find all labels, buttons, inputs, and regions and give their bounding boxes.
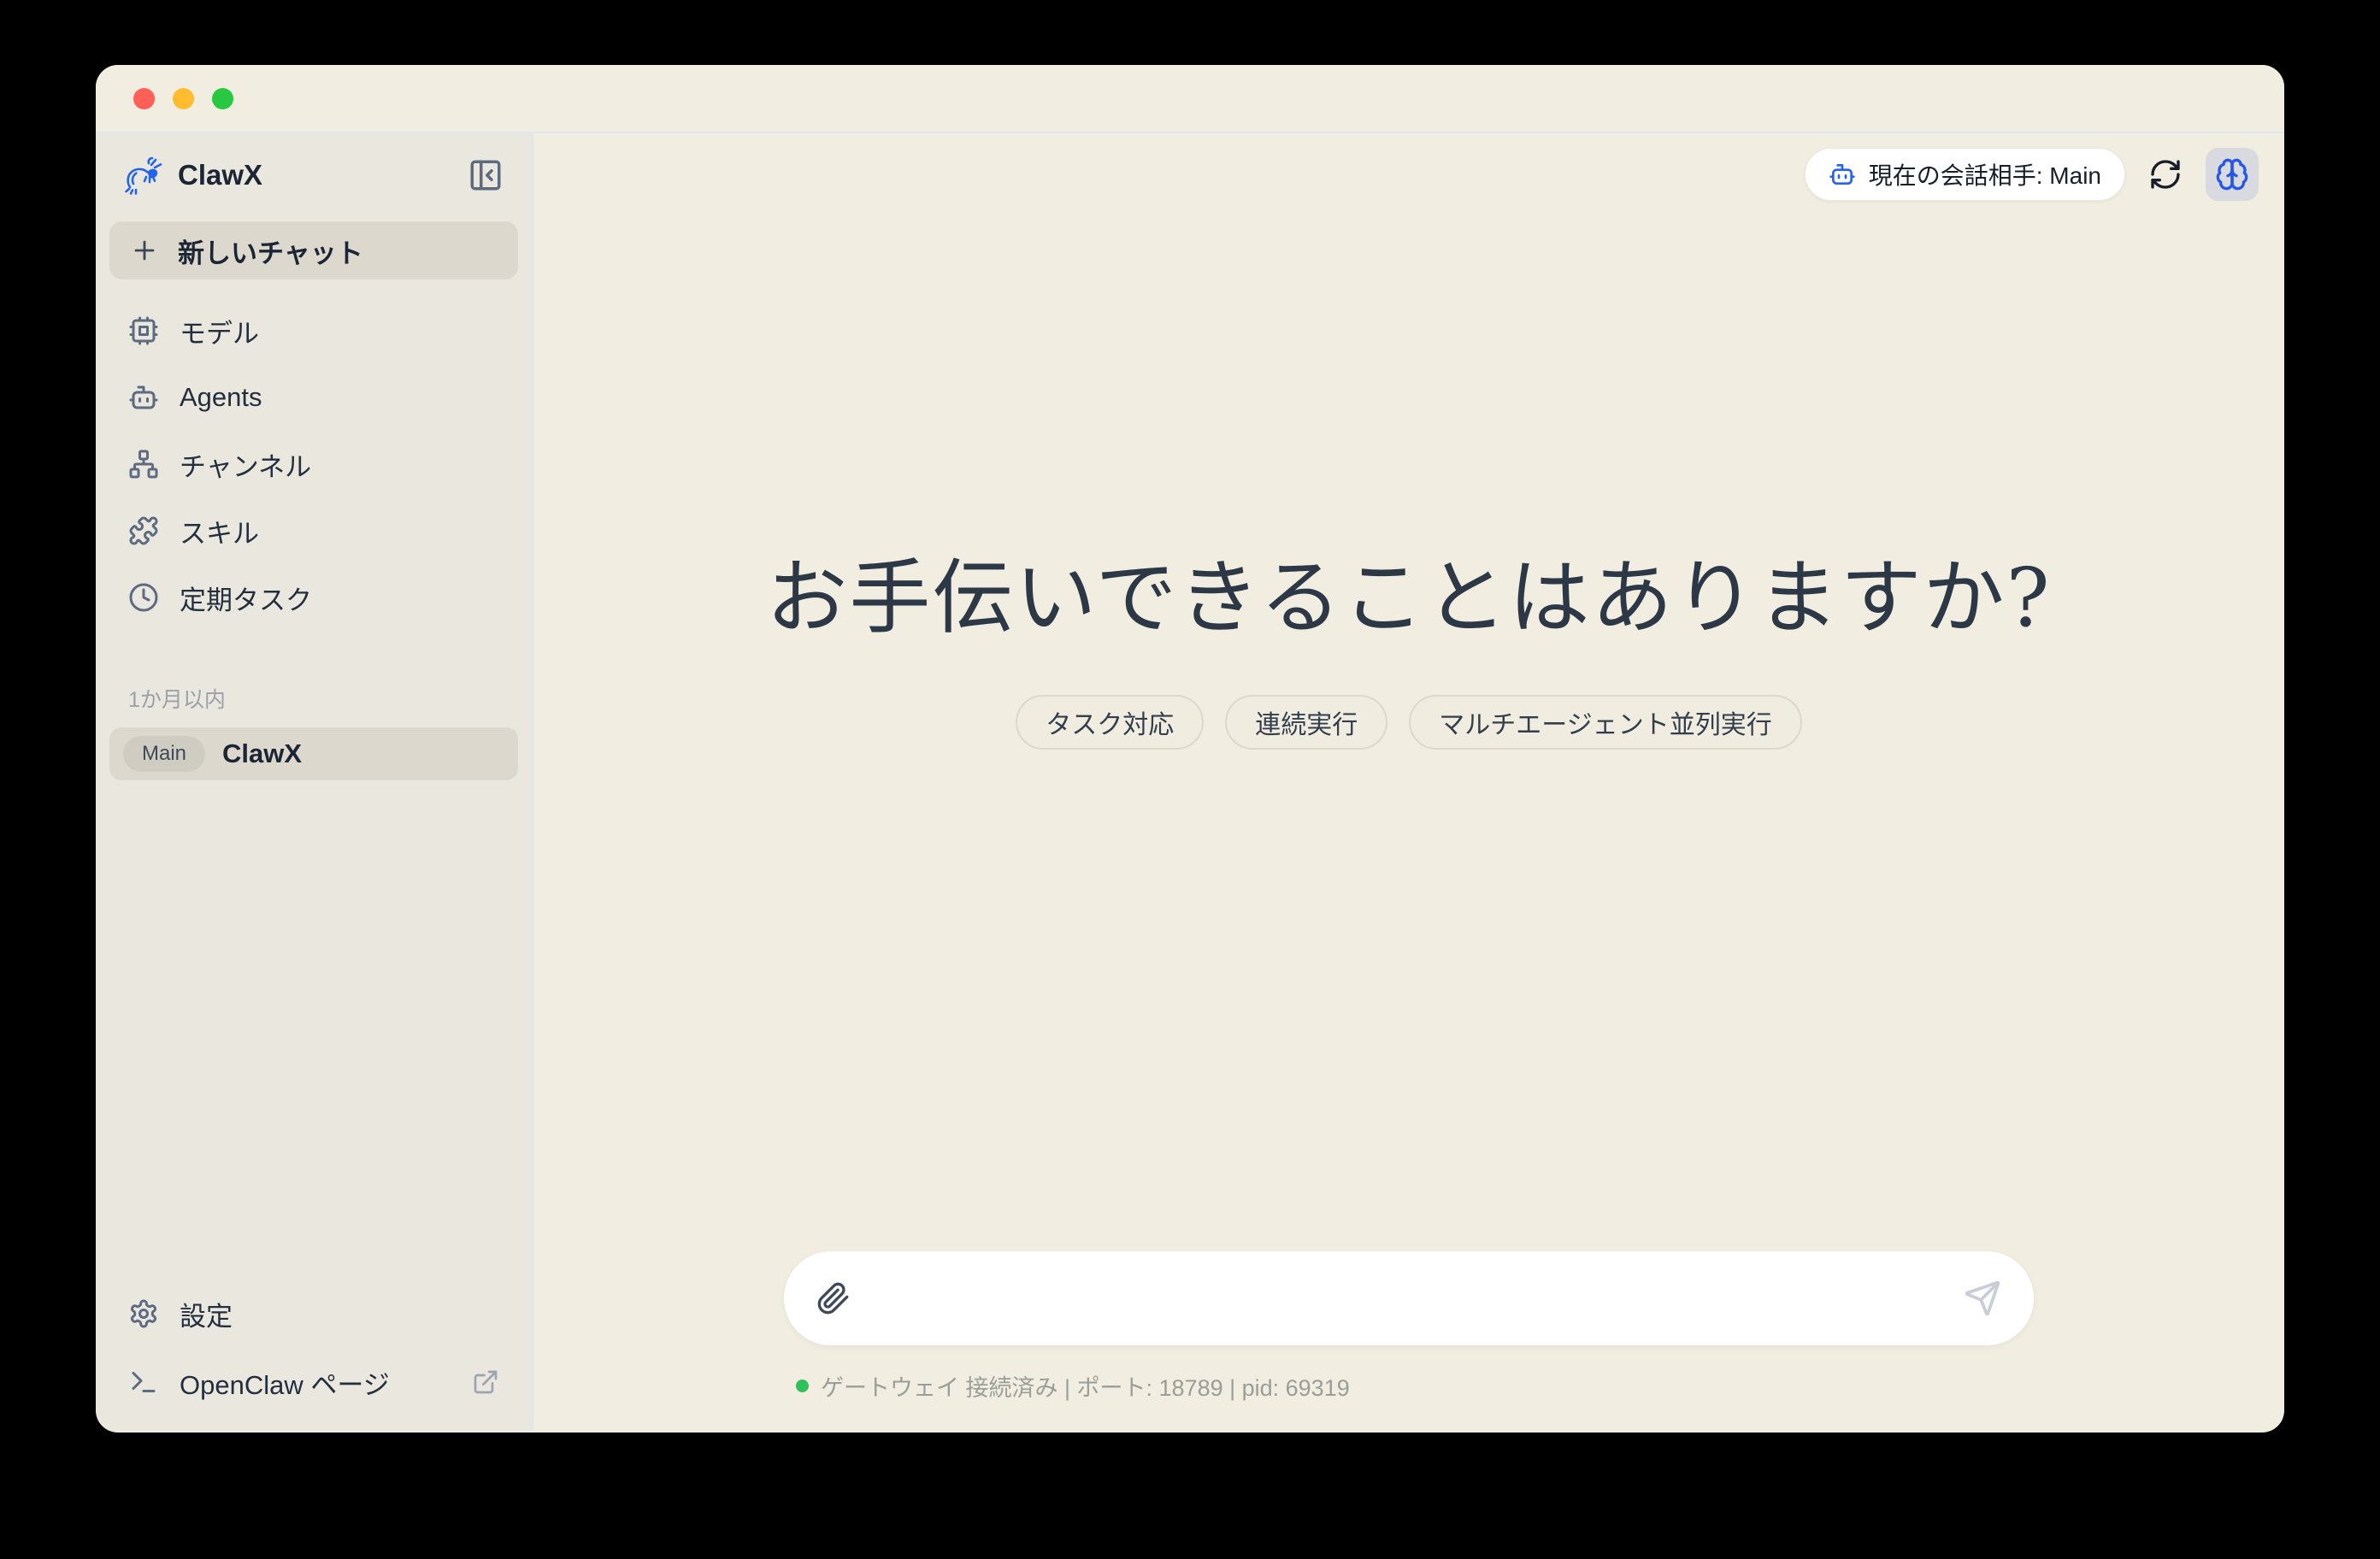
new-chat-button[interactable]: 新しいチャット: [109, 221, 518, 279]
app-title: ClawX: [178, 159, 465, 191]
sidebar-item-scheduled-tasks[interactable]: 定期タスク: [109, 570, 518, 625]
sidebar-item-label: OpenClaw ページ: [180, 1363, 451, 1402]
history-section-label: 1か月以内: [109, 683, 518, 714]
attach-button[interactable]: [813, 1278, 854, 1319]
status-dot-icon: [796, 1380, 809, 1392]
chip-multi-agent-parallel[interactable]: マルチエージェント並列実行: [1409, 695, 1801, 750]
history-item-label: ClawX: [222, 738, 302, 769]
paperclip-icon: [816, 1281, 851, 1315]
bot-icon: [128, 382, 159, 413]
zoom-button[interactable]: [212, 88, 233, 109]
sidebar-item-settings[interactable]: 設定: [109, 1286, 518, 1341]
composer: ゲートウェイ 接続済み | ポート: 18789 | pid: 69319: [533, 1251, 2284, 1403]
suggestion-chips: タスク対応 連続実行 マルチエージェント並列実行: [1016, 695, 1801, 750]
sidebar-item-channels[interactable]: チャンネル: [109, 437, 518, 491]
minimize-button[interactable]: [173, 88, 194, 109]
chip-continuous-run[interactable]: 連続実行: [1225, 695, 1387, 750]
conversation-label: 現在の会話相手: Main: [1869, 157, 2101, 191]
sidebar-item-models[interactable]: モデル: [109, 303, 518, 358]
hero-headline: お手伝いできることはありますか?: [766, 553, 2051, 644]
brain-button[interactable]: [2206, 148, 2259, 201]
app-window: ClawX 新しいチャット: [96, 65, 2284, 1433]
sidebar-item-label: 設定: [180, 1295, 499, 1333]
send-icon: [1964, 1280, 2001, 1317]
lobster-logo-icon: [121, 155, 166, 196]
sidebar-item-skills[interactable]: スキル: [109, 503, 518, 558]
sidebar-header: ClawX: [109, 152, 518, 198]
sidebar-item-label: 定期タスク: [180, 579, 312, 617]
clock-icon: [128, 582, 159, 613]
sidebar-collapse-button[interactable]: [465, 155, 506, 196]
network-icon: [128, 449, 159, 479]
hero: お手伝いできることはありますか? タスク対応 連続実行 マルチエージェント並列実…: [533, 553, 2284, 750]
sidebar-item-label: Agents: [180, 382, 262, 413]
gateway-status-text: ゲートウェイ 接続済み | ポート: 18789 | pid: 69319: [821, 1369, 1350, 1403]
new-chat-label: 新しいチャット: [178, 232, 363, 270]
terminal-icon: [128, 1367, 159, 1397]
gateway-status: ゲートウェイ 接続済み | ポート: 18789 | pid: 69319: [784, 1369, 2034, 1403]
message-input-bar: [784, 1251, 2034, 1345]
close-button[interactable]: [133, 88, 155, 109]
titlebar: [96, 65, 2284, 133]
sidebar: ClawX 新しいチャット: [96, 133, 533, 1431]
bot-icon: [1829, 161, 1856, 188]
refresh-icon: [2148, 157, 2183, 191]
cpu-icon: [128, 315, 159, 346]
current-conversation-pill[interactable]: 現在の会話相手: Main: [1805, 148, 2125, 201]
puzzle-icon: [128, 515, 159, 546]
sidebar-item-label: チャンネル: [180, 445, 311, 484]
sidebar-item-label: スキル: [180, 512, 259, 550]
chip-task-support[interactable]: タスク対応: [1016, 695, 1204, 750]
gear-icon: [128, 1298, 159, 1329]
send-button[interactable]: [1960, 1276, 2005, 1321]
sidebar-item-openclaw-page[interactable]: OpenClaw ページ: [109, 1355, 518, 1409]
panel-left-close-icon: [468, 157, 504, 193]
sidebar-nav: モデル Agents: [109, 303, 518, 637]
history-item-clawx[interactable]: Main ClawX: [109, 727, 518, 780]
sidebar-item-label: モデル: [180, 312, 259, 350]
external-link-icon: [472, 1368, 499, 1396]
sidebar-item-agents[interactable]: Agents: [109, 370, 518, 425]
agent-badge: Main: [123, 736, 205, 772]
main-area: 現在の会話相手: Main: [533, 133, 2284, 1431]
message-input[interactable]: [871, 1251, 1943, 1345]
main-header: 現在の会話相手: Main: [1805, 148, 2259, 201]
brain-icon: [2215, 157, 2249, 191]
refresh-button[interactable]: [2146, 155, 2185, 194]
plus-icon: [130, 236, 159, 265]
